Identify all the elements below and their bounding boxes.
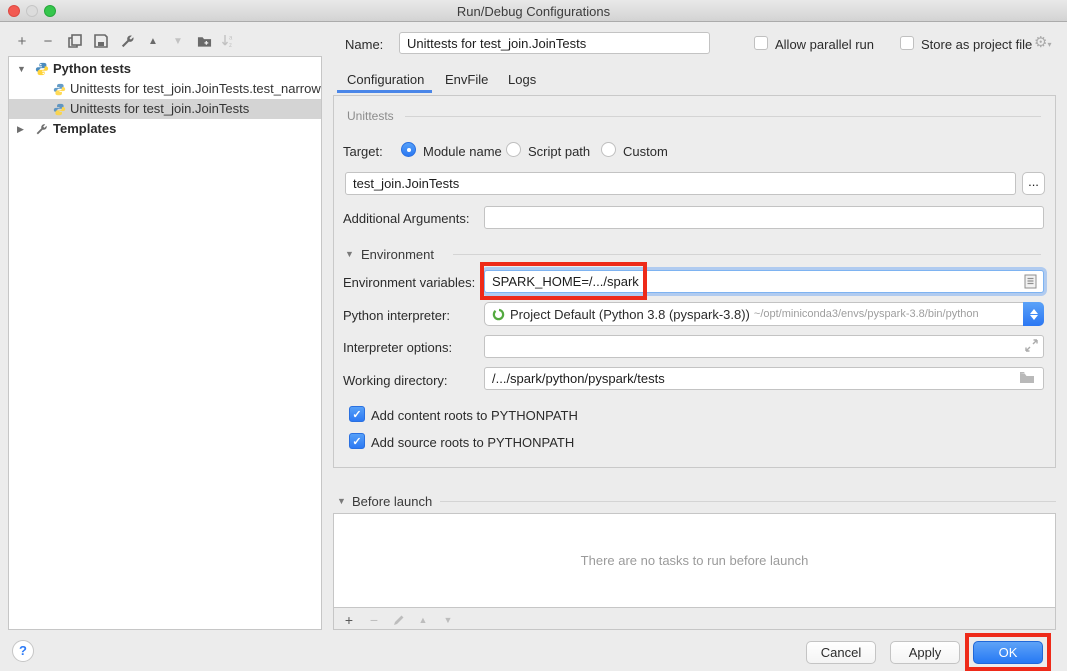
store-as-project-file-label: Store as project file <box>921 37 1032 52</box>
python-icon <box>35 62 49 76</box>
target-custom-radio[interactable] <box>601 142 616 157</box>
combo-stepper-icon[interactable] <box>1023 302 1044 326</box>
add-source-roots-label: Add source roots to PYTHONPATH <box>371 435 574 450</box>
conda-env-icon <box>492 308 505 321</box>
add-content-roots-checkbox[interactable]: ✓ <box>349 406 365 422</box>
tree-item-python-tests[interactable]: ▼ Python tests <box>9 59 321 79</box>
browse-target-button[interactable]: ... <box>1022 172 1045 195</box>
environment-group-label: Environment <box>361 247 434 262</box>
help-button[interactable]: ? <box>12 640 34 662</box>
add-content-roots-label: Add content roots to PYTHONPATH <box>371 408 578 423</box>
target-module-name-radio[interactable] <box>401 142 416 157</box>
sort-alphabetically-icon: az <box>219 32 237 50</box>
interpreter-options-label: Interpreter options: <box>343 340 452 355</box>
expand-field-icon[interactable] <box>1025 339 1038 355</box>
group-divider <box>453 254 1041 255</box>
before-launch-task-list: There are no tasks to run before launch … <box>333 513 1056 630</box>
before-launch-empty-message: There are no tasks to run before launch <box>334 514 1055 608</box>
tab-logs[interactable]: Logs <box>508 72 536 87</box>
python-interpreter-label: Python interpreter: <box>343 308 450 323</box>
tree-item-label: Unittests for test_join.JoinTests <box>70 99 249 119</box>
additional-arguments-label: Additional Arguments: <box>343 211 469 226</box>
copy-configuration-icon[interactable] <box>66 32 84 50</box>
move-down-icon: ▼ <box>169 32 187 50</box>
edit-variables-icon[interactable] <box>1024 274 1037 292</box>
additional-arguments-input[interactable] <box>484 206 1044 229</box>
tree-item-label: Python tests <box>53 59 131 79</box>
edit-templates-icon[interactable] <box>118 32 136 50</box>
target-module-name-label: Module name <box>423 144 502 159</box>
target-custom-label: Custom <box>623 144 668 159</box>
working-directory-label: Working directory: <box>343 373 448 388</box>
task-up-icon: ▲ <box>415 612 431 628</box>
environment-collapse-icon[interactable]: ▼ <box>345 249 354 259</box>
svg-text:a: a <box>229 36 233 42</box>
chevron-down-icon[interactable]: ▼ <box>17 59 29 79</box>
edit-task-icon <box>391 612 407 628</box>
wrench-icon <box>35 122 49 136</box>
name-label: Name: <box>345 37 383 52</box>
gear-icon[interactable]: ⚙▾ <box>1034 33 1051 51</box>
active-tab-underline <box>337 90 432 93</box>
tab-envfile[interactable]: EnvFile <box>445 72 488 87</box>
python-interpreter-value: Project Default (Python 3.8 (pyspark-3.8… <box>510 307 750 322</box>
working-directory-input[interactable] <box>484 367 1044 390</box>
before-launch-collapse-icon[interactable]: ▼ <box>337 496 346 506</box>
add-task-icon[interactable]: + <box>341 612 357 628</box>
target-script-path-label: Script path <box>528 144 590 159</box>
tree-item-templates[interactable]: ▶ Templates <box>9 119 321 139</box>
target-label: Target: <box>343 144 383 159</box>
move-up-icon[interactable]: ▲ <box>144 32 162 50</box>
remove-configuration-icon[interactable]: − <box>39 32 57 50</box>
add-source-roots-checkbox[interactable]: ✓ <box>349 433 365 449</box>
window-title: Run/Debug Configurations <box>0 4 1067 19</box>
title-bar: Run/Debug Configurations <box>0 0 1067 22</box>
add-configuration-icon[interactable]: + <box>13 32 31 50</box>
store-as-project-file-checkbox[interactable] <box>900 36 914 50</box>
chevron-right-icon[interactable]: ▶ <box>17 119 29 139</box>
apply-button[interactable]: Apply <box>890 641 960 664</box>
task-down-icon: ▼ <box>440 612 456 628</box>
python-test-icon <box>53 82 67 96</box>
before-launch-label: Before launch <box>352 494 432 509</box>
environment-variables-input[interactable] <box>484 270 1044 293</box>
python-test-icon <box>53 102 67 116</box>
environment-variables-label: Environment variables: <box>343 275 475 290</box>
tree-item-jointests-selected[interactable]: Unittests for test_join.JoinTests <box>9 99 321 119</box>
folder-icon[interactable] <box>1019 371 1035 387</box>
remove-task-icon: − <box>366 612 382 628</box>
group-divider <box>440 501 1056 502</box>
configurations-tree: ▼ Python tests Unittests for test_join.J… <box>8 56 322 630</box>
python-interpreter-path: ~/opt/miniconda3/envs/pyspark-3.8/bin/py… <box>754 308 979 320</box>
group-divider <box>405 116 1041 117</box>
name-input[interactable] <box>399 32 710 54</box>
allow-parallel-run-label: Allow parallel run <box>775 37 874 52</box>
svg-text:z: z <box>229 43 232 48</box>
new-folder-icon[interactable] <box>195 32 213 50</box>
cancel-button[interactable]: Cancel <box>806 641 876 664</box>
unittests-group-label: Unittests <box>347 109 394 123</box>
interpreter-options-input[interactable] <box>484 335 1044 358</box>
tree-item-label: Templates <box>53 119 116 139</box>
ok-button[interactable]: OK <box>973 641 1043 664</box>
target-script-path-radio[interactable] <box>506 142 521 157</box>
tab-configuration[interactable]: Configuration <box>347 72 424 87</box>
python-interpreter-select[interactable]: Project Default (Python 3.8 (pyspark-3.8… <box>484 302 1044 326</box>
target-input[interactable] <box>345 172 1016 195</box>
tree-item-test-narrow[interactable]: Unittests for test_join.JoinTests.test_n… <box>9 79 321 99</box>
tree-item-label: Unittests for test_join.JoinTests.test_n… <box>70 79 321 99</box>
allow-parallel-run-checkbox[interactable] <box>754 36 768 50</box>
save-configuration-icon[interactable] <box>92 32 110 50</box>
